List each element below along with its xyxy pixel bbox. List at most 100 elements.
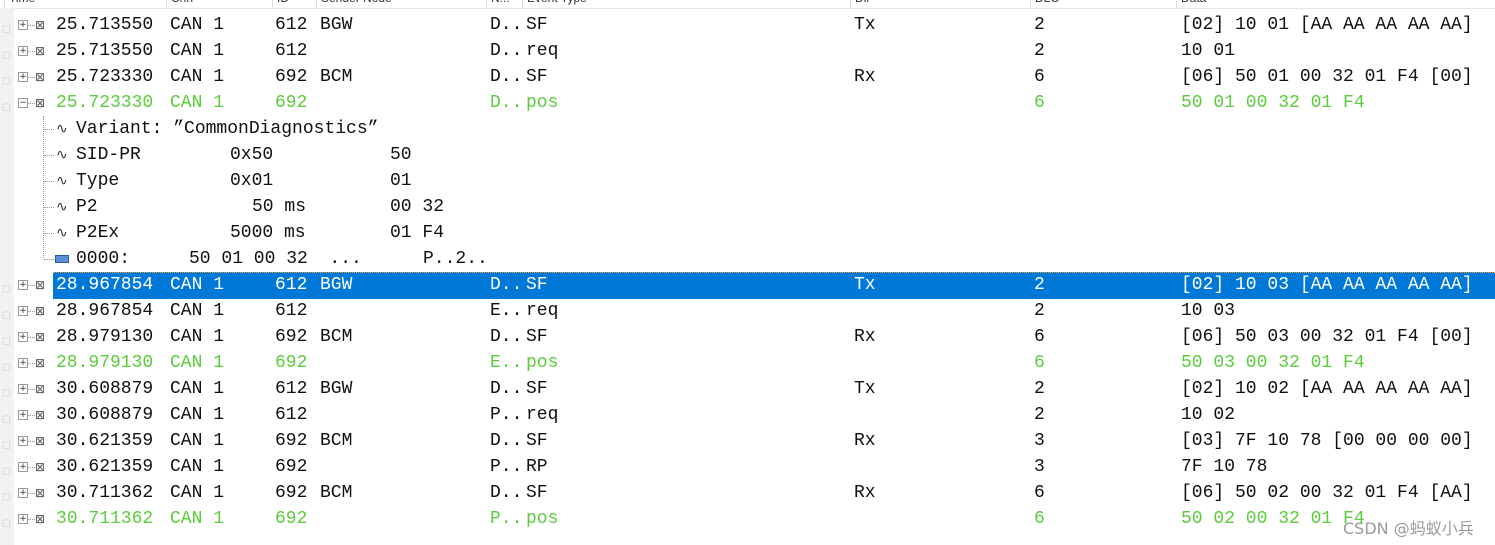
expand-icon[interactable]: + <box>18 72 28 82</box>
trace-row[interactable]: ☐ + ⊠ 30.621359 CAN 1 692 P.. RP 3 7F 10 78 <box>0 454 1495 480</box>
diagnostic-message-icon: ⊠ <box>35 460 46 474</box>
cell-event: SF <box>526 483 548 503</box>
trace-row[interactable]: ☐ + ⊠ 25.713550 CAN 1 612 D.. req 2 10 01 <box>0 38 1495 64</box>
cell-time: 28.967854 <box>56 301 154 321</box>
signal-row[interactable]: ∿ P2 50 ms 00 32 <box>0 194 600 220</box>
trace-row[interactable]: ☐ + ⊠ 30.621359 CAN 1 692 BCM D.. SF Rx 3 [03] 7F 1… <box>0 428 1495 454</box>
cell-id: 612 <box>275 379 308 399</box>
variant-text: Variant: ”CommonDiagnostics” <box>76 119 379 139</box>
diagnostic-message-icon: ⊠ <box>35 278 46 292</box>
signal-value: 50 ms <box>252 197 307 217</box>
trace-row[interactable]: ☐ + ⊠ 25.713550 CAN 1 612 BGW D.. SF Tx 2 [02] 10 0… <box>0 12 1495 38</box>
cell-n: E.. <box>490 301 523 321</box>
cell-chn: CAN 1 <box>170 93 225 113</box>
cell-n: D.. <box>490 41 523 61</box>
header-n[interactable]: N... <box>486 0 510 8</box>
cell-data: 50 03 00 32 01 F4 <box>1181 353 1365 373</box>
cell-data: 10 03 <box>1181 301 1236 321</box>
cell-dir: Rx <box>854 327 876 347</box>
cell-sender: BGW <box>320 15 353 35</box>
cell-chn: CAN 1 <box>170 353 225 373</box>
header-id[interactable]: ID <box>272 0 289 8</box>
cell-dlc: 6 <box>1034 509 1045 529</box>
diagnostic-message-icon: ⊠ <box>35 96 46 110</box>
cell-data: [06] 50 01 00 32 01 F4 [00] <box>1181 67 1473 87</box>
trace-row[interactable]: ☐ − ⊠ 25.723330 CAN 1 692 D.. pos 6 50 01 00 32 0… <box>0 90 1495 116</box>
cell-n: P.. <box>490 509 523 529</box>
cell-event: pos <box>526 93 559 113</box>
comment-icon[interactable]: ☐ <box>2 512 11 538</box>
header-event-type[interactable]: Event Type <box>522 0 587 8</box>
cell-time: 25.713550 <box>56 15 154 35</box>
expand-icon[interactable]: + <box>18 514 28 524</box>
cell-id: 612 <box>275 405 308 425</box>
expand-icon[interactable]: + <box>18 46 28 56</box>
diagnostic-message-icon: ⊠ <box>35 330 46 344</box>
cell-dir: Tx <box>854 275 876 295</box>
cell-event: SF <box>526 275 548 295</box>
trace-row[interactable]: ☐ + ⊠ 25.723330 CAN 1 692 BCM D.. SF Rx 6 [06] 50 0… <box>0 64 1495 90</box>
cell-chn: CAN 1 <box>170 327 225 347</box>
cell-dlc: 6 <box>1034 93 1045 113</box>
trace-row[interactable]: ☐ + ⊠ 28.967854 CAN 1 612 E.. req 2 10 03 <box>0 298 1495 324</box>
diagnostic-message-icon: ⊠ <box>35 486 46 500</box>
cell-id: 692 <box>275 509 308 529</box>
header-sender-node[interactable]: Sender Node <box>316 0 392 8</box>
cell-id: 692 <box>275 431 308 451</box>
trace-row[interactable]: ☐ + ⊠ 28.979130 CAN 1 692 BCM D.. SF Rx 6 [06] 50 0… <box>0 324 1495 350</box>
header-chn[interactable]: Chn <box>166 0 193 8</box>
cell-event: req <box>526 405 559 425</box>
cell-chn: CAN 1 <box>170 483 225 503</box>
cell-sender: BCM <box>320 327 353 347</box>
diagnostic-message-icon: ⊠ <box>35 434 46 448</box>
expand-icon[interactable]: + <box>18 436 28 446</box>
cell-chn: CAN 1 <box>170 15 225 35</box>
collapse-icon[interactable]: − <box>18 98 28 108</box>
trace-row[interactable]: ☐ + ⊠ 30.608879 CAN 1 612 P.. req 2 10 02 <box>0 402 1495 428</box>
signal-row[interactable]: ∿ P2Ex 5000 ms 01 F4 <box>0 220 600 246</box>
cell-sender: BGW <box>320 275 353 295</box>
raw-data-row[interactable]: 0000: 50 01 00 32 ... P..2.. <box>0 246 600 272</box>
cell-dlc: 2 <box>1034 41 1045 61</box>
cell-time: 30.608879 <box>56 405 154 425</box>
cell-time: 28.979130 <box>56 327 154 347</box>
trace-row[interactable]: ☐ + ⊠ 30.711362 CAN 1 692 P.. pos 6 50 02 00 32 0… <box>0 506 1495 532</box>
trace-row[interactable]: ☐ + ⊠ 28.967854 CAN 1 612 BGW D.. SF Tx 2 [02] 10 0… <box>0 272 1495 299</box>
cell-dlc: 2 <box>1034 15 1045 35</box>
cell-id: 692 <box>275 457 308 477</box>
cell-data: [03] 7F 10 78 [00 00 00 00] <box>1181 431 1473 451</box>
signal-row[interactable]: ∿ Type 0x01 01 <box>0 168 600 194</box>
header-data[interactable]: Data <box>1176 0 1206 8</box>
trace-row[interactable]: ☐ + ⊠ 28.979130 CAN 1 692 E.. pos 6 50 03 00 32 0… <box>0 350 1495 376</box>
expand-icon[interactable]: + <box>18 488 28 498</box>
cell-data: 7F 10 78 <box>1181 457 1268 477</box>
cell-event: SF <box>526 431 548 451</box>
cell-n: P.. <box>490 405 523 425</box>
cell-data: 50 02 00 32 01 F4 <box>1181 509 1365 529</box>
cell-sender: BCM <box>320 483 353 503</box>
header-dlc[interactable]: DLC <box>1030 0 1059 8</box>
diagnostic-message-icon: ⊠ <box>35 304 46 318</box>
cell-time: 30.608879 <box>56 379 154 399</box>
cell-n: D.. <box>490 483 523 503</box>
watermark: CSDN @蚂蚁小兵 <box>1343 519 1474 538</box>
signal-row[interactable]: ∿ SID-PR 0x50 50 <box>0 142 600 168</box>
expand-icon[interactable]: + <box>18 410 28 420</box>
cell-id: 692 <box>275 67 308 87</box>
expand-icon[interactable]: + <box>18 384 28 394</box>
cell-time: 28.979130 <box>56 353 154 373</box>
cell-dlc: 2 <box>1034 301 1045 321</box>
cell-dlc: 3 <box>1034 457 1045 477</box>
signal-name: Type <box>76 171 120 191</box>
signal-icon: ∿ <box>56 147 68 163</box>
expand-icon[interactable]: + <box>18 20 28 30</box>
cell-time: 30.711362 <box>56 483 154 503</box>
trace-row[interactable]: ☐ + ⊠ 30.608879 CAN 1 612 BGW D.. SF Tx 2 [02] 10 0… <box>0 376 1495 402</box>
diagnostic-message-icon: ⊠ <box>35 18 46 32</box>
cell-n: D.. <box>490 431 523 451</box>
trace-row[interactable]: ☐ + ⊠ 30.711362 CAN 1 692 BCM D.. SF Rx 6 [06] 50 0… <box>0 480 1495 506</box>
signal-name: P2Ex <box>76 223 120 243</box>
expand-icon[interactable]: + <box>18 462 28 472</box>
header-dir[interactable]: Dir <box>850 0 870 8</box>
cell-dlc: 2 <box>1034 405 1045 425</box>
